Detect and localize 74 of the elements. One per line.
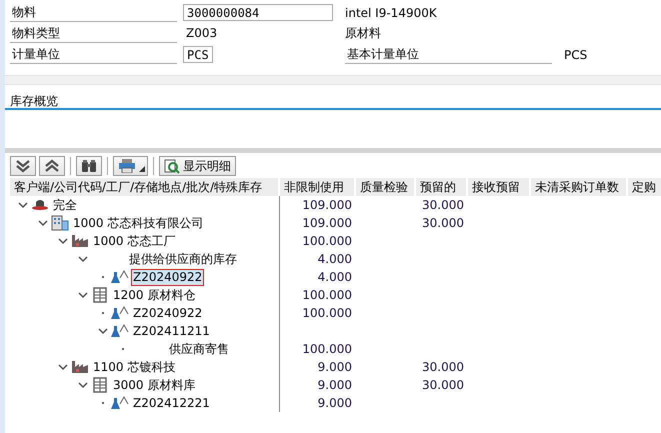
flask-icon xyxy=(111,306,129,320)
column-header[interactable]: 非限制使用 xyxy=(280,178,356,196)
field-value: Z003 xyxy=(185,25,218,42)
collapse-all-button[interactable] xyxy=(39,156,65,176)
shelf-icon xyxy=(91,377,109,393)
shelf-icon xyxy=(91,287,109,303)
table-cell: 9.000 xyxy=(318,360,352,374)
column-header[interactable]: 接收预留 xyxy=(468,178,531,196)
column-header[interactable]: 未清采购订单数 xyxy=(531,178,628,196)
table-cell: 109.000 xyxy=(302,216,352,230)
factory-icon xyxy=(71,234,89,248)
chevron-icon[interactable] xyxy=(78,381,88,389)
table-cell: 4.000 xyxy=(318,270,352,284)
tree-node-label[interactable]: 1200 原材料仓 xyxy=(112,288,196,302)
print-button[interactable] xyxy=(113,156,148,176)
field-value: PCS xyxy=(564,48,588,62)
chevron-icon[interactable] xyxy=(78,291,88,299)
column-header[interactable]: 质量检验 xyxy=(356,178,416,196)
tree-node-label[interactable]: Z20240922 xyxy=(132,270,204,284)
building-icon xyxy=(51,215,69,231)
chevron-icon[interactable] xyxy=(58,237,68,245)
hat-icon xyxy=(31,198,49,212)
chevron-icon[interactable] xyxy=(18,201,28,209)
chevron-icon[interactable] xyxy=(38,219,48,227)
table-cell: 30.000 xyxy=(422,198,464,212)
field-description: 原材料 xyxy=(345,25,381,42)
table-cell: 100.000 xyxy=(302,288,352,302)
field-label: 基本计量单位 xyxy=(345,46,552,64)
double-chevron-up-icon xyxy=(44,159,60,173)
table-cell: 9.000 xyxy=(318,378,352,392)
field-label: 计量单位 xyxy=(10,46,177,64)
tree-node-label[interactable]: 1100 芯镀科技 xyxy=(92,360,176,374)
table-cell: 100.000 xyxy=(302,234,352,248)
table-cell: 9.000 xyxy=(318,396,352,410)
expand-all-button[interactable] xyxy=(10,156,36,176)
tree-node-label[interactable]: 1000 芯态工厂 xyxy=(92,234,176,248)
dropdown-arrow-icon xyxy=(139,166,145,172)
binoculars-button[interactable] xyxy=(76,156,102,176)
flask-icon xyxy=(111,270,129,284)
column-header[interactable]: 客户端/公司代码/工厂/存储地点/批次/特殊库存 xyxy=(10,178,280,196)
tree-node-label[interactable]: 3000 原材料库 xyxy=(112,378,196,392)
tree-node-label[interactable]: Z202412221 xyxy=(132,396,211,410)
table-cell: 30.000 xyxy=(422,378,464,392)
table-cell: 100.000 xyxy=(302,342,352,356)
chevron-icon[interactable] xyxy=(58,363,68,371)
table-cell: 30.000 xyxy=(422,360,464,374)
table-cell: 30.000 xyxy=(422,216,464,230)
section-title: 库存概览 xyxy=(10,94,58,108)
magnifier-icon xyxy=(164,158,180,174)
tree-node-label[interactable]: Z20240922 xyxy=(132,306,204,320)
tree-node-label[interactable]: 完全 xyxy=(52,198,78,212)
column-header[interactable]: 预留的 xyxy=(416,178,468,196)
flask-icon xyxy=(111,324,129,338)
input-field[interactable]: 3000000084 xyxy=(183,4,333,21)
chevron-icon[interactable] xyxy=(98,327,108,335)
field-description: intel I9-14900K xyxy=(345,6,437,20)
flask-icon xyxy=(111,396,129,410)
column-header[interactable]: 定购 xyxy=(628,178,661,196)
show-details-button[interactable]: 显示明细 xyxy=(159,156,236,176)
tree-node-label[interactable]: Z202411211 xyxy=(132,324,211,338)
tree-node-label[interactable]: 提供给供应商的库存 xyxy=(128,252,238,266)
printer-icon xyxy=(118,159,136,173)
input-field[interactable]: PCS xyxy=(183,46,213,63)
field-label: 物料类型 xyxy=(10,24,177,42)
double-chevron-down-icon xyxy=(15,159,31,173)
chevron-icon[interactable] xyxy=(78,255,88,263)
binoculars-icon xyxy=(81,159,97,173)
tree-node-label[interactable]: 1000 芯态科技有限公司 xyxy=(72,216,204,230)
table-cell: 100.000 xyxy=(302,306,352,320)
table-cell: 4.000 xyxy=(318,252,352,266)
tree-node-label[interactable]: 供应商寄售 xyxy=(168,342,230,356)
field-label: 物料 xyxy=(10,4,177,22)
factory-icon xyxy=(71,360,89,374)
table-cell: 109.000 xyxy=(302,198,352,212)
